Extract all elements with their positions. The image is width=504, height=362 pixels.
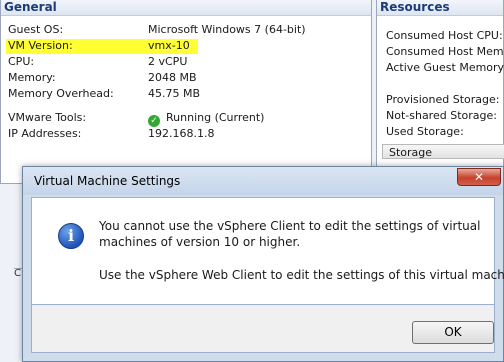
active-guest-memory-label: Active Guest Memory: <box>386 61 504 74</box>
dialog-title: Virtual Machine Settings <box>34 174 181 188</box>
general-row-vmware-tools: VMware Tools: ✓ Running (Current) <box>8 110 368 127</box>
general-row-memory: Memory: 2048 MB <box>8 70 368 86</box>
not-shared-storage-label: Not-shared Storage: <box>386 109 497 122</box>
memory-overhead-label: Memory Overhead: <box>8 87 114 100</box>
general-row-guest-os: Guest OS: Microsoft Windows 7 (64-bit) <box>8 22 368 38</box>
storage-column-header[interactable]: Storage <box>382 144 504 159</box>
vmware-tools-status: Running (Current) <box>166 111 265 124</box>
vm-version-value: vmx-10 <box>148 39 190 52</box>
vm-settings-dialog: Virtual Machine Settings ✕ i You cannot … <box>22 166 504 362</box>
general-row-cpu: CPU: 2 vCPU <box>8 54 368 70</box>
close-button[interactable]: ✕ <box>457 168 501 186</box>
memory-overhead-value: 45.75 MB <box>148 87 201 100</box>
general-row-memory-overhead: Memory Overhead: 45.75 MB <box>8 86 368 102</box>
resources-header: Resources <box>377 0 503 16</box>
info-icon: i <box>58 223 84 249</box>
resources-panel: Resources Consumed Host CPU: Consumed Ho… <box>376 0 504 184</box>
general-header: General <box>1 0 371 16</box>
memory-label: Memory: <box>8 71 56 84</box>
dialog-button-bar: OK <box>31 305 495 353</box>
general-row-ip-addresses: IP Addresses: 192.168.1.8 <box>8 126 368 142</box>
message-line-3: Use the vSphere Web Client to edit the s… <box>99 268 504 282</box>
dialog-titlebar[interactable]: Virtual Machine Settings ✕ <box>23 167 503 195</box>
provisioned-storage-label: Provisioned Storage: <box>386 93 500 106</box>
consumed-host-cpu-label: Consumed Host CPU: <box>386 29 503 42</box>
dialog-message-area: i You cannot use the vSphere Client to e… <box>31 197 504 305</box>
vmware-tools-label: VMware Tools: <box>8 111 87 124</box>
ip-addresses-label: IP Addresses: <box>8 127 82 140</box>
vm-version-label: VM Version: <box>8 39 73 52</box>
used-storage-label: Used Storage: <box>386 125 464 138</box>
message-line-1: You cannot use the vSphere Client to edi… <box>99 219 481 233</box>
guest-os-value: Microsoft Windows 7 (64-bit) <box>148 23 306 36</box>
ip-addresses-value: 192.168.1.8 <box>148 127 215 140</box>
guest-os-label: Guest OS: <box>8 23 64 36</box>
message-line-2: machines of version 10 or higher. <box>99 235 301 249</box>
cpu-label: CPU: <box>8 55 35 68</box>
vmware-tools-value: ✓ Running (Current) <box>148 110 264 127</box>
memory-value: 2048 MB <box>148 71 197 84</box>
ok-button[interactable]: OK <box>412 321 494 344</box>
cpu-value: 2 vCPU <box>148 55 188 68</box>
consumed-host-memory-label: Consumed Host Memory: <box>386 45 504 58</box>
general-row-vm-version: VM Version: vmx-10 <box>8 38 368 54</box>
